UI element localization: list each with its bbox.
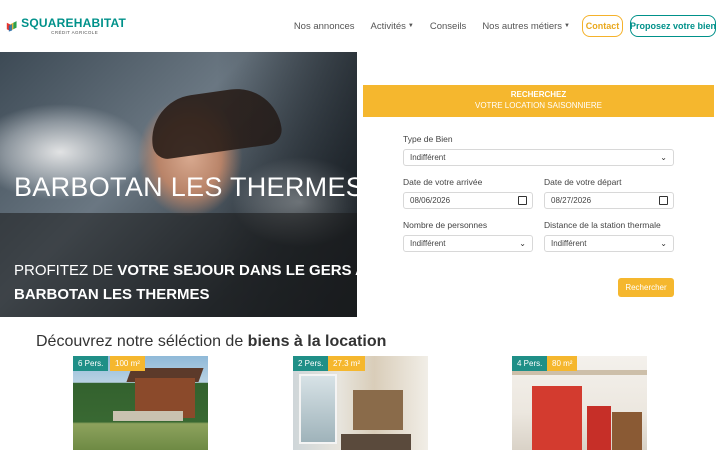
site-header: SQUAREHABITAT CRÉDIT AGRICOLE Nos annonc… bbox=[0, 0, 720, 52]
listing-card[interactable]: 4 Pers. 80 m² bbox=[512, 356, 647, 450]
nav-item-conseils[interactable]: Conseils bbox=[430, 21, 466, 32]
calendar-icon[interactable] bbox=[659, 196, 668, 205]
distance-label: Distance de la station thermale bbox=[544, 220, 661, 230]
distance-select[interactable]: Indifférent ⌄ bbox=[544, 235, 674, 252]
caret-down-icon: ▼ bbox=[407, 22, 414, 29]
hero-subtitle-line2: BARBOTAN LES THERMES bbox=[14, 286, 210, 303]
listing-title: Découvrez notre séléction de biens à la … bbox=[36, 333, 387, 350]
contact-button[interactable]: Contact bbox=[582, 15, 623, 37]
logo-mark-icon bbox=[6, 21, 17, 32]
calendar-icon[interactable] bbox=[518, 196, 527, 205]
propose-property-button[interactable]: Proposez votre bien bbox=[630, 15, 716, 37]
arrival-date-input[interactable]: 08/06/2026 bbox=[403, 192, 533, 209]
nav-item-activites[interactable]: Activités ▼ bbox=[371, 21, 414, 32]
departure-date-input[interactable]: 08/27/2026 bbox=[544, 192, 674, 209]
search-button[interactable]: Rechercher bbox=[618, 278, 674, 297]
logo-subtitle: CRÉDIT AGRICOLE bbox=[51, 29, 99, 35]
persons-label: Nombre de personnes bbox=[403, 220, 488, 230]
nav-item-annonces[interactable]: Nos annonces bbox=[294, 21, 355, 32]
arrival-date-label: Date de votre arrivée bbox=[403, 177, 483, 187]
area-badge: 100 m² bbox=[110, 356, 145, 371]
property-type-select[interactable]: Indifférent ⌄ bbox=[403, 149, 674, 166]
chevron-down-icon: ⌄ bbox=[660, 239, 667, 248]
persons-select[interactable]: Indifférent ⌄ bbox=[403, 235, 533, 252]
hero-title: BARBOTAN LES THERMES bbox=[14, 172, 365, 202]
persons-badge: 2 Pers. bbox=[293, 356, 329, 371]
listing-card[interactable]: 2 Pers. 27.3 m² bbox=[293, 356, 428, 450]
page: SQUAREHABITAT CRÉDIT AGRICOLE Nos annonc… bbox=[0, 0, 720, 450]
listing-card[interactable]: 6 Pers. 100 m² bbox=[73, 356, 208, 450]
persons-badge: 6 Pers. bbox=[73, 356, 109, 371]
search-panel-subtitle: VOTRE LOCATION SAISONNIERE bbox=[475, 101, 602, 110]
departure-date-label: Date de votre départ bbox=[544, 177, 622, 187]
hero-subtitle-line1: PROFITEZ DE VOTRE SEJOUR DANS LE GERS A bbox=[14, 262, 366, 279]
nav-item-autres-metiers[interactable]: Nos autres métiers ▼ bbox=[482, 21, 570, 32]
logo-name: SQUAREHABITAT bbox=[21, 15, 126, 30]
chevron-down-icon: ⌄ bbox=[660, 153, 667, 162]
area-badge: 80 m² bbox=[547, 356, 578, 371]
caret-down-icon: ▼ bbox=[564, 22, 570, 29]
logo[interactable]: SQUAREHABITAT CRÉDIT AGRICOLE bbox=[6, 10, 126, 42]
main-nav: Nos annonces Activités ▼ Conseils Nos aut… bbox=[278, 0, 570, 52]
property-type-label: Type de Bien bbox=[403, 134, 453, 144]
search-panel-title: RECHERCHEZ bbox=[510, 90, 567, 99]
chevron-down-icon: ⌄ bbox=[519, 239, 526, 248]
area-badge: 27.3 m² bbox=[328, 356, 366, 371]
persons-badge: 4 Pers. bbox=[512, 356, 548, 371]
search-panel-header: RECHERCHEZ VOTRE LOCATION SAISONNIERE bbox=[363, 85, 714, 117]
